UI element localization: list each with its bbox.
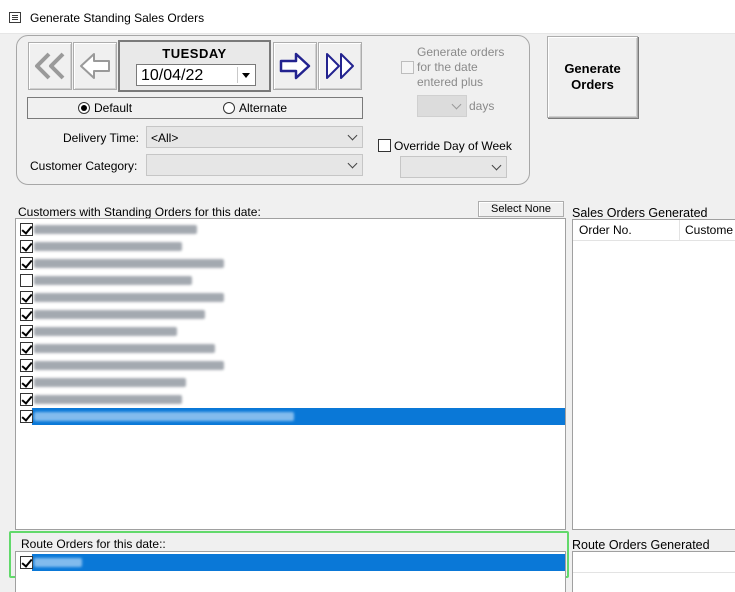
column-customer[interactable]: Custome [685, 223, 733, 237]
generate-plus-line2: for the date [417, 60, 478, 74]
select-none-button[interactable]: Select None [478, 201, 564, 217]
redacted-customer-name [34, 412, 294, 421]
days-label: days [469, 99, 495, 113]
list-item[interactable] [16, 374, 565, 391]
list-item[interactable] [16, 306, 565, 323]
row-checkbox[interactable] [20, 274, 33, 287]
list-item[interactable] [16, 323, 565, 340]
redacted-customer-name [34, 276, 192, 285]
generate-orders-line1: Generate [564, 61, 621, 76]
sales-orders-column-headers: Order No. Custome [573, 220, 735, 241]
list-item[interactable] [16, 408, 565, 425]
alternate-radio[interactable] [223, 102, 235, 114]
row-checkbox[interactable] [20, 556, 33, 569]
redacted-customer-name [34, 378, 186, 387]
list-item[interactable] [16, 238, 565, 255]
row-checkbox[interactable] [20, 376, 33, 389]
forward-arrow-icon [279, 52, 311, 80]
redacted-route-name [34, 558, 82, 567]
customer-category-select[interactable] [146, 154, 363, 176]
redacted-customer-name [34, 242, 182, 251]
order-mode-selector: Default Alternate [27, 97, 363, 119]
window-title: Generate Standing Sales Orders [30, 11, 205, 25]
last-day-button[interactable] [318, 42, 362, 90]
next-day-button[interactable] [273, 42, 317, 90]
chevron-down-icon [490, 160, 502, 172]
redacted-customer-name [34, 344, 215, 353]
list-item[interactable] [16, 255, 565, 272]
default-radio[interactable] [78, 102, 90, 114]
customer-category-label: Customer Category: [30, 159, 138, 173]
row-checkbox[interactable] [20, 257, 33, 270]
redacted-customer-name [34, 327, 177, 336]
previous-day-button[interactable] [73, 42, 117, 90]
redacted-customer-name [34, 395, 182, 404]
delivery-time-value: <All> [151, 131, 179, 145]
customers-list[interactable] [15, 218, 566, 530]
list-item[interactable] [16, 391, 565, 408]
date-panel: TUESDAY 10/04/22 [118, 40, 271, 92]
route-orders-generated-list[interactable] [572, 551, 735, 592]
generate-orders-button[interactable]: Generate Orders [547, 36, 638, 118]
generate-plus-days-checkbox[interactable] [401, 61, 414, 74]
route-orders-header: Route Orders for this date:: [21, 537, 166, 551]
delivery-time-label: Delivery Time: [63, 131, 140, 145]
day-of-week-label: TUESDAY [162, 46, 227, 61]
first-day-button[interactable] [28, 42, 72, 90]
fast-forward-icon [326, 53, 354, 79]
date-dropdown-button[interactable] [237, 67, 253, 83]
back-arrow-icon [80, 53, 110, 79]
customers-header: Customers with Standing Orders for this … [18, 205, 261, 219]
redacted-customer-name [34, 310, 205, 319]
row-checkbox[interactable] [20, 325, 33, 338]
row-checkbox[interactable] [20, 393, 33, 406]
date-value: 10/04/22 [141, 67, 204, 84]
row-checkbox[interactable] [20, 359, 33, 372]
override-day-label[interactable]: Override Day of Week [394, 139, 512, 153]
chevron-down-icon [346, 158, 358, 170]
sales-orders-generated-header: Sales Orders Generated [572, 206, 708, 220]
row-checkbox[interactable] [20, 291, 33, 304]
list-item[interactable] [16, 357, 565, 374]
override-day-checkbox[interactable] [378, 139, 391, 152]
plus-days-select[interactable] [417, 95, 467, 117]
row-checkbox[interactable] [20, 410, 33, 423]
chevron-down-icon [450, 99, 462, 111]
generate-plus-line3: entered plus [417, 75, 484, 89]
redacted-customer-name [34, 259, 224, 268]
sales-orders-generated-list[interactable]: Order No. Custome [572, 219, 735, 530]
list-item[interactable] [16, 289, 565, 306]
generate-orders-line2: Orders [571, 77, 614, 92]
redacted-customer-name [34, 225, 197, 234]
generate-plus-line1: Generate orders [417, 45, 505, 59]
list-item[interactable] [16, 221, 565, 238]
selection-highlight [32, 554, 565, 571]
route-orders-generated-header: Route Orders Generated [572, 538, 710, 552]
row-checkbox[interactable] [20, 308, 33, 321]
route-orders-list[interactable] [15, 551, 566, 592]
rewind-icon [35, 52, 65, 80]
list-item[interactable] [16, 272, 565, 289]
column-order-no[interactable]: Order No. [579, 223, 632, 237]
row-checkbox[interactable] [20, 240, 33, 253]
row-checkbox[interactable] [20, 223, 33, 236]
alternate-radio-label[interactable]: Alternate [239, 101, 287, 115]
title-bar: Generate Standing Sales Orders [0, 0, 735, 34]
dropdown-arrow-icon [241, 72, 250, 78]
window-icon [9, 12, 21, 23]
override-day-select[interactable] [400, 156, 507, 178]
chevron-down-icon [346, 130, 358, 142]
default-radio-label[interactable]: Default [94, 101, 132, 115]
date-picker[interactable]: 10/04/22 [136, 64, 256, 86]
redacted-customer-name [34, 293, 224, 302]
row-checkbox[interactable] [20, 342, 33, 355]
redacted-customer-name [34, 361, 224, 370]
list-item[interactable] [16, 340, 565, 357]
list-item[interactable] [16, 554, 565, 571]
delivery-time-select[interactable]: <All> [146, 126, 363, 148]
